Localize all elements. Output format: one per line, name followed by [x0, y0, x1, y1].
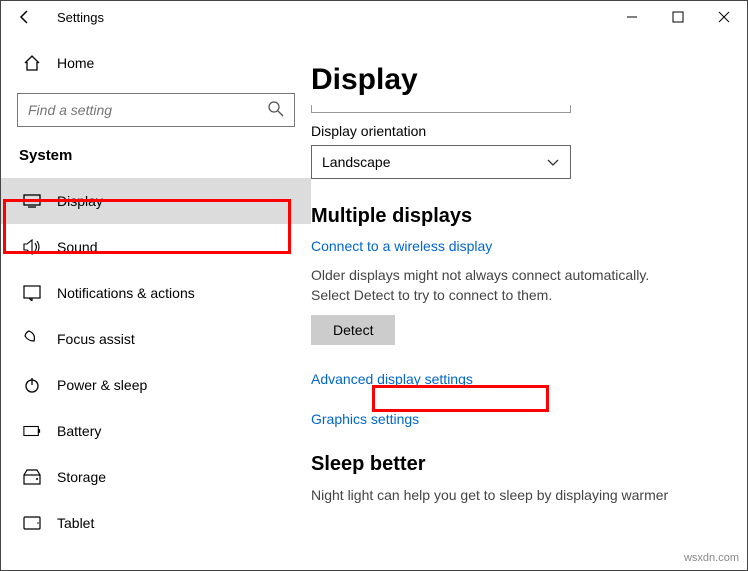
detect-button[interactable]: Detect: [311, 315, 395, 345]
orientation-label: Display orientation: [311, 123, 725, 139]
sidebar-item-label: Power & sleep: [57, 377, 147, 393]
display-icon: [23, 194, 41, 208]
battery-icon: [23, 425, 41, 437]
page-title: Display: [311, 63, 725, 97]
sidebar-section-label: System: [1, 141, 311, 178]
advanced-display-settings-link[interactable]: Advanced display settings: [311, 371, 725, 387]
content-pane: Display Display orientation Landscape Mu…: [311, 33, 747, 570]
sidebar-item-home[interactable]: Home: [1, 43, 311, 83]
sound-icon: [23, 239, 41, 255]
slider-decoration: [311, 105, 571, 113]
sidebar: Home System Display Sound Notifications …: [1, 33, 311, 570]
sidebar-item-label: Display: [57, 193, 103, 209]
sidebar-item-battery[interactable]: Battery: [1, 408, 311, 454]
multiple-displays-heading: Multiple displays: [311, 205, 725, 228]
storage-icon: [23, 469, 41, 485]
sleep-better-text: Night light can help you get to sleep by…: [311, 486, 711, 506]
sidebar-item-label: Focus assist: [57, 331, 135, 347]
sidebar-item-focus-assist[interactable]: Focus assist: [1, 316, 311, 362]
sidebar-item-display[interactable]: Display: [1, 178, 311, 224]
back-button[interactable]: [1, 9, 49, 25]
sidebar-item-notifications[interactable]: Notifications & actions: [1, 270, 311, 316]
sidebar-item-label: Home: [57, 55, 94, 71]
older-displays-text: Older displays might not always connect …: [311, 266, 661, 305]
sidebar-item-power-sleep[interactable]: Power & sleep: [1, 362, 311, 408]
sidebar-item-label: Notifications & actions: [57, 285, 195, 301]
sidebar-item-label: Tablet: [57, 515, 94, 531]
maximize-button[interactable]: [655, 1, 701, 33]
watermark: wsxdn.com: [684, 552, 739, 564]
sidebar-item-storage[interactable]: Storage: [1, 454, 311, 500]
notifications-icon: [23, 285, 41, 301]
home-icon: [23, 54, 41, 72]
chevron-down-icon: [546, 155, 560, 169]
sidebar-item-sound[interactable]: Sound: [1, 224, 311, 270]
focus-assist-icon: [23, 330, 41, 348]
window-title: Settings: [49, 10, 609, 25]
graphics-settings-link[interactable]: Graphics settings: [311, 411, 725, 427]
orientation-value: Landscape: [322, 154, 391, 170]
sidebar-item-label: Storage: [57, 469, 106, 485]
wireless-display-link[interactable]: Connect to a wireless display: [311, 238, 725, 254]
search-icon: [267, 100, 285, 118]
close-button[interactable]: [701, 1, 747, 33]
sidebar-item-label: Sound: [57, 239, 97, 255]
orientation-select[interactable]: Landscape: [311, 145, 571, 179]
sidebar-item-tablet[interactable]: Tablet: [1, 500, 311, 546]
power-icon: [23, 376, 41, 394]
minimize-button[interactable]: [609, 1, 655, 33]
tablet-icon: [23, 516, 41, 530]
sleep-better-heading: Sleep better: [311, 453, 725, 476]
sidebar-item-label: Battery: [57, 423, 101, 439]
search-input[interactable]: [17, 93, 295, 127]
